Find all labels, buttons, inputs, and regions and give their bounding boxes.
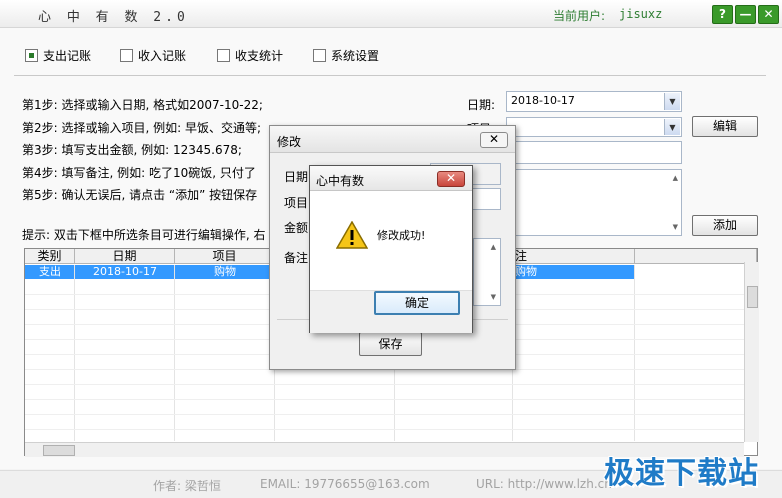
checkbox-icon [313, 49, 326, 62]
scroll-down-icon[interactable]: ▼ [491, 293, 496, 301]
app-title: 心 中 有 数 2.0 [38, 10, 189, 25]
save-button[interactable]: 保存 [359, 332, 422, 356]
chevron-down-icon[interactable]: ▼ [664, 119, 680, 135]
row-category: 支出 [39, 265, 61, 278]
scroll-down-icon[interactable]: ▼ [673, 223, 678, 231]
date-combo[interactable]: 2018-10-17 ▼ [506, 91, 682, 112]
step-5-text: 第5步: 确认无误后, 请点击 “添加” 按钮保存 [22, 188, 258, 202]
current-user-name: jisuxz [619, 7, 663, 21]
tab-expense[interactable]: 支出记账 [25, 48, 91, 64]
tip-text: 提示: 双击下框中所选条目可进行编辑操作, 右 [22, 228, 266, 242]
scroll-thumb[interactable] [43, 445, 75, 456]
ok-button[interactable]: 确定 [374, 291, 460, 315]
scroll-thumb[interactable] [747, 286, 758, 308]
row-date: 2018-10-17 [93, 265, 157, 278]
column-header-item[interactable]: 项目 [175, 249, 275, 264]
row-item: 购物 [214, 265, 236, 278]
message-box: 心中有数 ✕ 修改成功! 确定 [309, 165, 473, 333]
amount-input[interactable] [506, 141, 682, 164]
tab-income[interactable]: 收入记账 [120, 48, 186, 64]
close-button[interactable]: ✕ [758, 5, 779, 24]
tab-income-label: 收入记账 [138, 49, 187, 63]
scroll-up-icon[interactable]: ▲ [673, 174, 678, 182]
step-3-text: 第3步: 填写支出金额, 例如: 12345.678; [22, 143, 242, 157]
tab-statistics[interactable]: 收支统计 [217, 48, 283, 64]
edit-note-label: 备注 [284, 251, 309, 265]
edit-item-label: 项目 [284, 196, 309, 210]
grid-line [25, 429, 745, 430]
minimize-button[interactable]: — [735, 5, 756, 24]
help-button[interactable]: ? [712, 5, 733, 24]
edit-dialog-close-button[interactable]: ✕ [480, 132, 508, 148]
step-1-text: 第1步: 选择或输入日期, 格式如2007-10-22; [22, 98, 263, 112]
grid-line [25, 399, 745, 400]
tab-settings-label: 系统设置 [331, 49, 380, 63]
column-header-date[interactable]: 日期 [75, 249, 175, 264]
message-box-title: 心中有数 [316, 174, 365, 188]
edit-note-textarea[interactable]: ▲ ▼ [473, 238, 501, 306]
message-text: 修改成功! [377, 229, 426, 242]
date-label: 日期: [467, 98, 496, 112]
column-header-filler [635, 249, 757, 264]
date-value: 2018-10-17 [511, 94, 575, 107]
add-button[interactable]: 添加 [692, 215, 758, 236]
checkbox-icon [217, 49, 230, 62]
edit-button[interactable]: 编辑 [692, 116, 758, 137]
divider [14, 75, 766, 76]
tab-statistics-label: 收支统计 [235, 49, 284, 63]
grid-line [25, 414, 745, 415]
step-2-text: 第2步: 选择或输入项目, 例如: 早饭、交通等; [22, 121, 262, 135]
edit-dialog-title: 修改 [277, 135, 302, 149]
edit-date-label: 日期 [284, 170, 309, 184]
watermark: 极速下载站 [604, 456, 759, 491]
footer-author: 作者: 梁哲恒 [153, 479, 221, 493]
footer-email: EMAIL: 19776655@163.com [260, 477, 430, 491]
current-user-label: 当前用户: [553, 9, 606, 23]
chevron-down-icon[interactable]: ▼ [664, 93, 680, 110]
scroll-up-icon[interactable]: ▲ [491, 243, 496, 251]
row-note: 购物 [515, 265, 537, 278]
column-header-note[interactable]: 注 [513, 249, 635, 264]
step-4-text: 第4步: 填写备注, 例如: 吃了10碗饭, 只付了 [22, 166, 256, 180]
checkbox-icon [120, 49, 133, 62]
tab-settings[interactable]: 系统设置 [313, 48, 379, 64]
edit-amount-label: 金额 [284, 221, 309, 235]
tab-expense-label: 支出记账 [43, 49, 92, 63]
footer-url: URL: http://www.lzh.cn [476, 477, 612, 491]
note-textarea[interactable]: ▲ ▼ [506, 169, 682, 236]
item-combo[interactable]: ▼ [506, 117, 682, 137]
vertical-scrollbar[interactable] [744, 262, 759, 442]
column-header-category[interactable]: 类别 [25, 249, 75, 264]
message-box-close-button[interactable]: ✕ [437, 171, 465, 187]
warning-icon [336, 221, 368, 249]
edit-dialog-titlebar [270, 126, 515, 153]
radio-checked-icon [25, 49, 38, 62]
grid-line [25, 384, 745, 385]
